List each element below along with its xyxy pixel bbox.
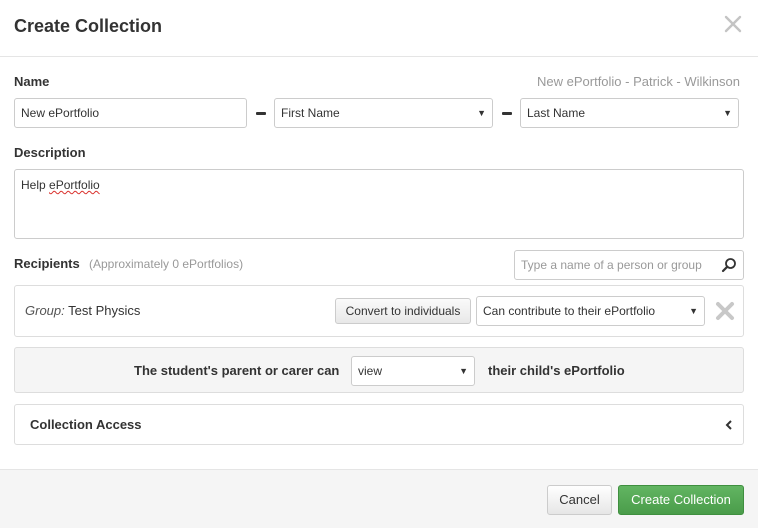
description-textarea[interactable]: Help ePortfolio: [14, 169, 744, 239]
cancel-button[interactable]: Cancel: [547, 485, 612, 515]
dropdown-arrow-icon: ▼: [689, 306, 698, 316]
group-name: Test Physics: [68, 303, 141, 318]
dropdown-arrow-icon: ▼: [459, 366, 468, 376]
dialog-header: Create Collection: [0, 0, 758, 57]
separator-dash: [502, 112, 512, 115]
first-name-select[interactable]: First Name ▼: [274, 98, 493, 128]
parent-access-row: The student's parent or carer can view ▼…: [14, 347, 744, 393]
remove-icon: [716, 302, 734, 320]
dialog-title: Create Collection: [14, 16, 163, 36]
last-name-select-value: Last Name: [527, 106, 586, 120]
name-input-value: New ePortfolio: [21, 106, 100, 120]
name-label: Name: [14, 74, 50, 89]
recipient-group-row: Group: Test Physics Convert to individua…: [14, 285, 744, 337]
dropdown-arrow-icon: ▼: [477, 108, 486, 118]
first-name-select-value: First Name: [281, 106, 340, 120]
description-misspelled-word: ePortfolio: [49, 178, 100, 192]
group-prefix: Group:: [25, 303, 65, 318]
recipients-label: Recipients: [14, 256, 80, 271]
search-icon[interactable]: [721, 257, 737, 273]
close-button[interactable]: [724, 12, 742, 34]
recipient-search-input[interactable]: Type a name of a person or group: [514, 250, 744, 280]
create-collection-dialog: Create Collection Name New ePortfolio - …: [0, 0, 758, 528]
name-input[interactable]: New ePortfolio: [14, 98, 247, 128]
name-preview: New ePortfolio - Patrick - Wilkinson: [537, 74, 740, 89]
parent-access-text-after: their child's ePortfolio: [488, 363, 625, 378]
collection-access-label: Collection Access: [30, 417, 142, 432]
last-name-select[interactable]: Last Name ▼: [520, 98, 739, 128]
separator-dash: [256, 112, 266, 115]
description-label: Description: [14, 145, 86, 160]
dropdown-arrow-icon: ▼: [723, 108, 732, 118]
convert-to-individuals-button[interactable]: Convert to individuals: [335, 298, 471, 324]
group-description: Group: Test Physics: [25, 303, 140, 318]
parent-permission-value: view: [358, 364, 383, 378]
group-permission-value: Can contribute to their ePortfolio: [483, 304, 656, 318]
group-permission-select[interactable]: Can contribute to their ePortfolio ▼: [476, 296, 705, 326]
parent-permission-select[interactable]: view ▼: [351, 356, 475, 386]
description-text: Help: [21, 178, 50, 192]
collection-access-expander[interactable]: Collection Access: [14, 404, 744, 445]
recipients-count: (Approximately 0 ePortfolios): [89, 257, 244, 271]
parent-access-text-before: The student's parent or carer can: [134, 363, 340, 378]
chevron-left-icon: [725, 420, 732, 430]
dialog-footer: Cancel Create Collection: [0, 469, 758, 528]
close-icon: [724, 15, 742, 33]
recipient-search-placeholder: Type a name of a person or group: [521, 258, 702, 272]
remove-group-button[interactable]: [715, 301, 735, 321]
create-collection-button[interactable]: Create Collection: [618, 485, 744, 515]
